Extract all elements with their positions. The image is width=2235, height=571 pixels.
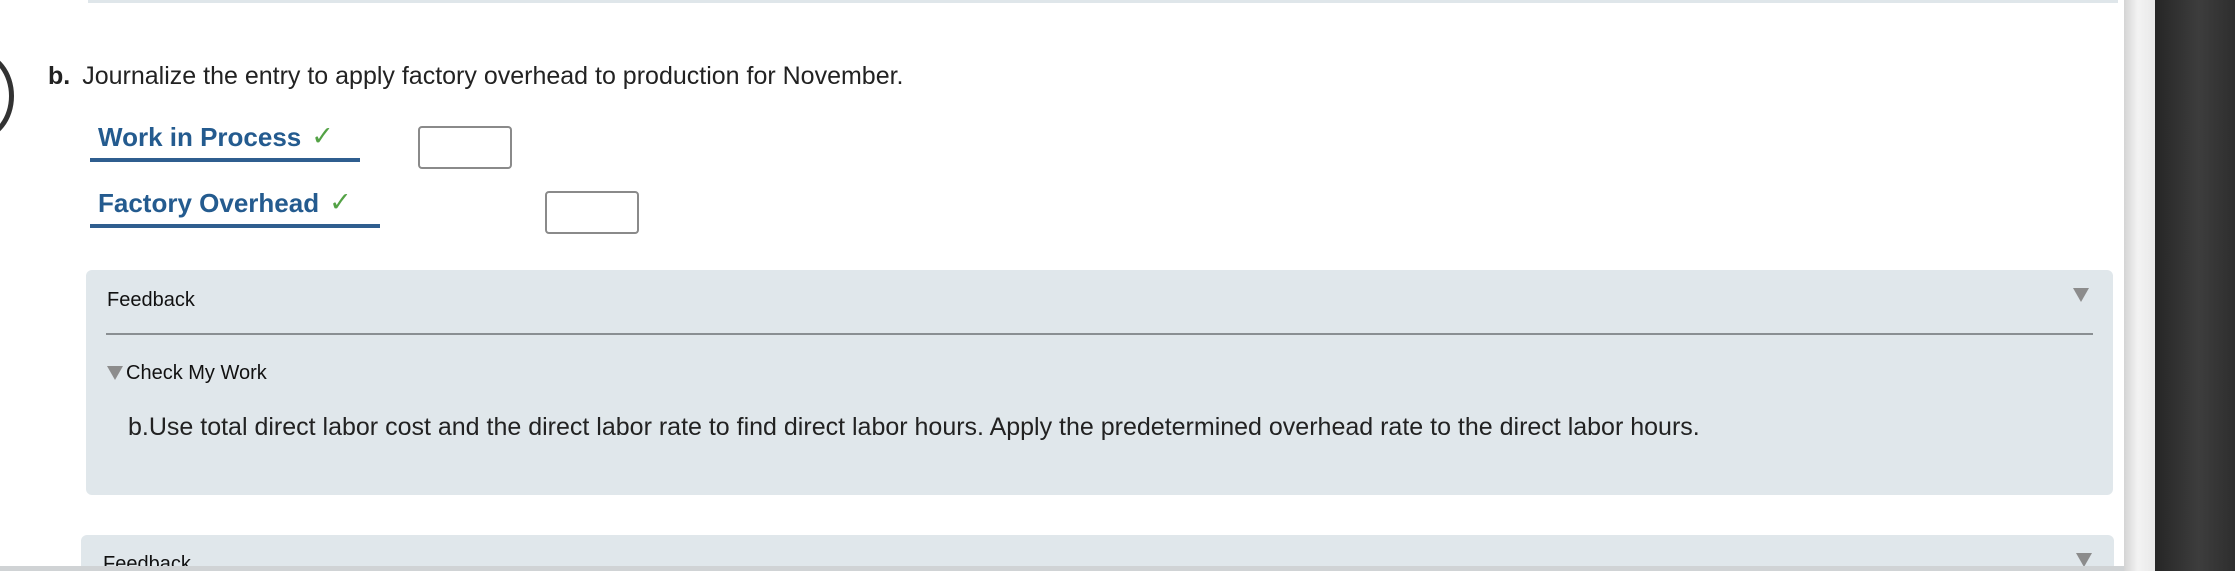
question-letter: b. (48, 62, 71, 90)
feedback-title: Feedback (107, 289, 195, 311)
question-text: Journalize the entry to apply factory ov… (82, 62, 904, 90)
triangle-down-icon (107, 366, 123, 380)
triangle-down-icon[interactable] (2076, 553, 2092, 567)
check-icon: ✓ (329, 187, 352, 217)
account-name-factory-overhead: Factory Overhead (98, 188, 320, 218)
account-dropdown-factory-overhead[interactable]: Factory Overhead ✓ (90, 184, 380, 228)
feedback-panel: Feedback Check My Work b.Use total direc… (86, 270, 2113, 495)
triangle-down-icon[interactable] (2073, 288, 2089, 302)
page-bottom-edge (0, 566, 2124, 571)
work-in-process-debit-input[interactable] (418, 126, 512, 169)
feedback-divider (106, 333, 2093, 335)
feedback-hint: b.Use total direct labor cost and the di… (128, 413, 1700, 441)
factory-overhead-credit-input[interactable] (545, 191, 639, 234)
journal-row-work-in-process: Work in Process ✓ (90, 118, 360, 166)
journal-row-factory-overhead: Factory Overhead ✓ (90, 184, 380, 232)
cut-off-circle-decoration (0, 52, 14, 140)
page-content: b. Journalize the entry to apply factory … (0, 0, 2124, 571)
account-dropdown-work-in-process[interactable]: Work in Process ✓ (90, 118, 360, 162)
dark-scroll-edge (2155, 0, 2235, 571)
account-name-work-in-process: Work in Process (98, 122, 302, 152)
check-icon: ✓ (311, 121, 334, 151)
top-divider (88, 0, 2118, 3)
check-my-work-label: Check My Work (126, 362, 267, 384)
question-prompt: b. Journalize the entry to apply factory … (48, 60, 904, 92)
page-scroll-shadow (2124, 0, 2155, 571)
check-my-work-toggle[interactable]: Check My Work (107, 360, 267, 386)
